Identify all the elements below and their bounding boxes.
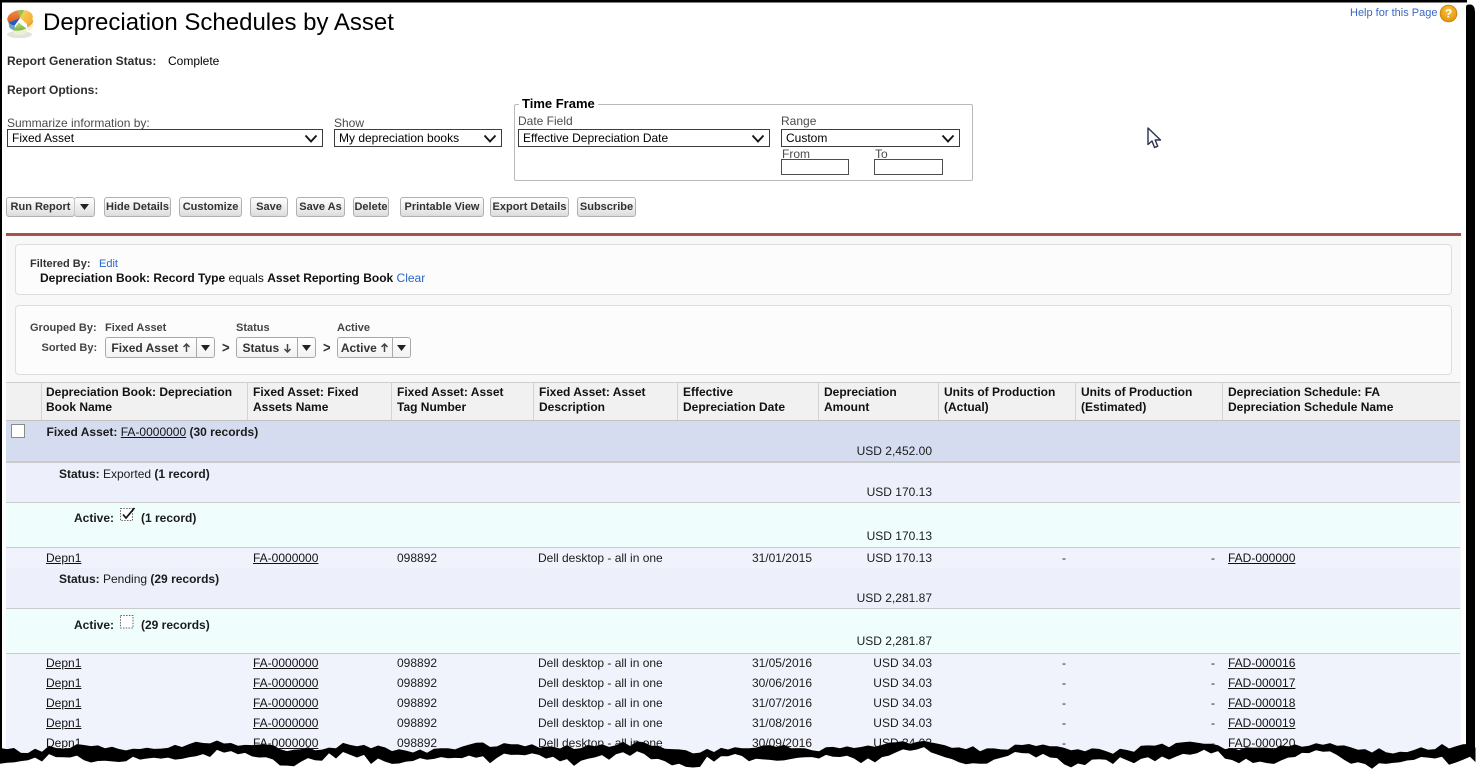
svg-text:?: ? (1445, 7, 1452, 21)
